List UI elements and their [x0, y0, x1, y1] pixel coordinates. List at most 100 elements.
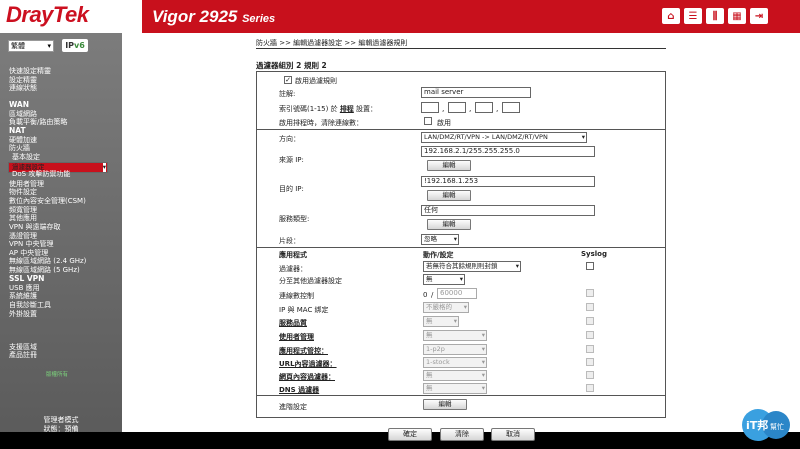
user-mgmt-link[interactable]: 使用者管理 [279, 332, 314, 342]
ip-mac-syslog-checkbox[interactable] [586, 303, 594, 311]
sidebar-item[interactable]: 系統維護 [9, 292, 37, 300]
cancel-button[interactable]: 取消 [491, 428, 535, 441]
url-filter-syslog-checkbox[interactable] [586, 358, 594, 366]
rule-form: ✓ 啟用過濾規則 註解: mail server 索引號碼(1-15) 於 排程… [256, 71, 666, 418]
logout-icon[interactable]: ⇥ [750, 8, 768, 24]
schedule-link[interactable]: 排程 [340, 105, 354, 113]
advance-label: 進階設定 [279, 403, 307, 411]
index-suffix: 設置： [356, 105, 378, 113]
qos-link[interactable]: 服務品質 [279, 318, 307, 328]
web-filter-syslog-checkbox[interactable] [586, 371, 594, 379]
web-filter-select[interactable]: 無 [423, 370, 487, 381]
sidebar-item[interactable]: 物件設定 [9, 188, 37, 196]
app-enforcement-link[interactable]: 應用程式管控： [279, 346, 328, 356]
qos-select[interactable]: 無 [423, 316, 459, 327]
advance-edit-button[interactable]: 編輯 [423, 399, 467, 410]
sidebar-item[interactable]: 使用者管理 [9, 180, 44, 188]
service-type-label: 服務類型: [279, 215, 310, 223]
schedule-index-1[interactable] [421, 102, 439, 113]
web-filter-link[interactable]: 網頁內容過濾器： [279, 372, 335, 382]
model-title: Vigor 2925 Series [152, 7, 275, 27]
sidebar-item[interactable]: 連線狀態 [9, 84, 37, 92]
app-enforcement-select[interactable]: 1-p2p [423, 344, 487, 355]
index-label-text: 索引號碼(1-15) 於 [279, 105, 338, 113]
sidebar-item[interactable]: 無線區域網路 (5 GHz) [9, 266, 80, 274]
sidebar-item[interactable]: AP 中央管理 [9, 249, 48, 257]
source-ip-input[interactable]: 192.168.2.1/255.255.255.0 [421, 146, 595, 157]
qos-syslog-checkbox[interactable] [586, 317, 594, 325]
filter-select[interactable]: 若無符合其餘規則則封鎖 [423, 261, 521, 272]
comma-1: , [442, 104, 445, 113]
clear-session-checkbox[interactable] [424, 117, 432, 125]
watermark-line2: 幫忙 [770, 422, 784, 431]
schedule-index-2[interactable] [448, 102, 466, 113]
col-action: 動作/設定 [423, 251, 454, 259]
home-icon[interactable]: ⌂ [662, 8, 680, 24]
dns-filter-select[interactable]: 無 [423, 383, 487, 394]
url-filter-link[interactable]: URL內容過濾器： [279, 359, 337, 369]
sidebar-item[interactable]: WAN [9, 101, 29, 109]
sidebar-item[interactable]: 防火牆 [9, 144, 30, 152]
sidebar-item[interactable]: SSL VPN [9, 275, 44, 283]
ip-mac-label: IP 與 MAC 綁定 [279, 306, 329, 314]
sidebar-item[interactable]: 設定精靈 [9, 76, 37, 84]
direction-select[interactable]: LAN/DMZ/RT/VPN -> LAN/DMZ/RT/VPN [421, 132, 587, 143]
ok-button[interactable]: 確定 [388, 428, 432, 441]
sidebar-item[interactable]: VPN 與遠端存取 [9, 223, 60, 231]
dns-filter-syslog-checkbox[interactable] [586, 384, 594, 392]
divider-3 [257, 395, 665, 396]
sidebar-item[interactable]: 其他應用 [9, 214, 37, 222]
dest-ip-edit-button[interactable]: 編輯 [427, 190, 471, 201]
clear-session-label: 啟用排程時，清除連線數： [279, 119, 363, 127]
sidebar-item[interactable]: USB 應用 [9, 284, 40, 292]
sidebar-item[interactable]: 區域網路 [9, 110, 37, 118]
schedule-index-3[interactable] [475, 102, 493, 113]
service-type-input[interactable]: 任何 [421, 205, 595, 216]
fragments-select[interactable]: 忽略 [421, 234, 459, 245]
sidebar-item[interactable]: 產品註冊 [9, 351, 37, 359]
sidebar-item[interactable]: 外掛設置 [9, 310, 37, 318]
user-mgmt-select[interactable]: 無 [423, 330, 487, 341]
sidebar-item[interactable]: VPN 中央管理 [9, 240, 53, 248]
sliders-icon[interactable]: ⫼ [706, 8, 724, 24]
enable-rule-checkbox[interactable]: ✓ [284, 76, 292, 84]
comma-2: , [469, 104, 472, 113]
direction-label: 方向： [279, 135, 300, 143]
draytek-logo: DrayTek [6, 2, 89, 27]
sidebar-item[interactable]: 頻寬管理 [9, 206, 37, 214]
user-mgmt-syslog-checkbox[interactable] [586, 331, 594, 339]
sidebar-item[interactable]: 支援區域 [9, 343, 37, 351]
filter-syslog-checkbox[interactable] [586, 262, 594, 270]
dest-ip-input[interactable]: !192.168.1.253 [421, 176, 595, 187]
service-type-edit-button[interactable]: 編輯 [427, 219, 471, 230]
list-icon[interactable]: ☰ [684, 8, 702, 24]
sidebar-item[interactable]: DoS 攻擊防禦功能 [12, 170, 70, 178]
ip-mac-select[interactable]: 不嚴格的 [423, 302, 469, 313]
sidebar-item[interactable]: 憑證管理 [9, 232, 37, 240]
sidebar-item[interactable]: 自我診斷工具 [9, 301, 51, 309]
app-enforcement-syslog-checkbox[interactable] [586, 345, 594, 353]
max-session-label: 連線數控制 [279, 292, 314, 300]
clear-button[interactable]: 清除 [440, 428, 484, 441]
sidebar-item[interactable]: 數位內容安全管理(CSM) [9, 197, 86, 205]
col-syslog: Syslog [581, 250, 607, 258]
source-ip-edit-button[interactable]: 編輯 [427, 160, 471, 171]
fragments-label: 片段： [279, 237, 300, 245]
sidebar-item[interactable]: 快速設定精靈 [9, 67, 51, 75]
sidebar-item[interactable]: 硬體加速 [9, 136, 37, 144]
branch-label: 分至其他過濾器設定 [279, 277, 342, 285]
sidebar: 繁體 IPv6 快速設定精靈設定精靈連線狀態 WAN區域網路負載平衡/路由策略NA… [0, 33, 122, 449]
url-filter-select[interactable]: 1-stock [423, 357, 487, 368]
sidebar-item[interactable]: 無線區域網路 (2.4 GHz) [9, 257, 86, 265]
language-select[interactable]: 繁體 [8, 39, 54, 52]
sidebar-item[interactable]: 負載平衡/路由策略 [9, 118, 67, 126]
grid-icon[interactable]: ▦ [728, 8, 746, 24]
sidebar-item[interactable]: 基本設定 [12, 153, 40, 161]
comments-input[interactable]: mail server [421, 87, 531, 98]
dns-filter-link[interactable]: DNS 過濾器 [279, 385, 319, 395]
sidebar-item[interactable]: NAT [9, 127, 26, 135]
max-session-input[interactable]: 60000 [437, 288, 477, 299]
max-session-syslog-checkbox[interactable] [586, 289, 594, 297]
branch-select[interactable]: 無 [423, 274, 465, 285]
schedule-index-4[interactable] [502, 102, 520, 113]
